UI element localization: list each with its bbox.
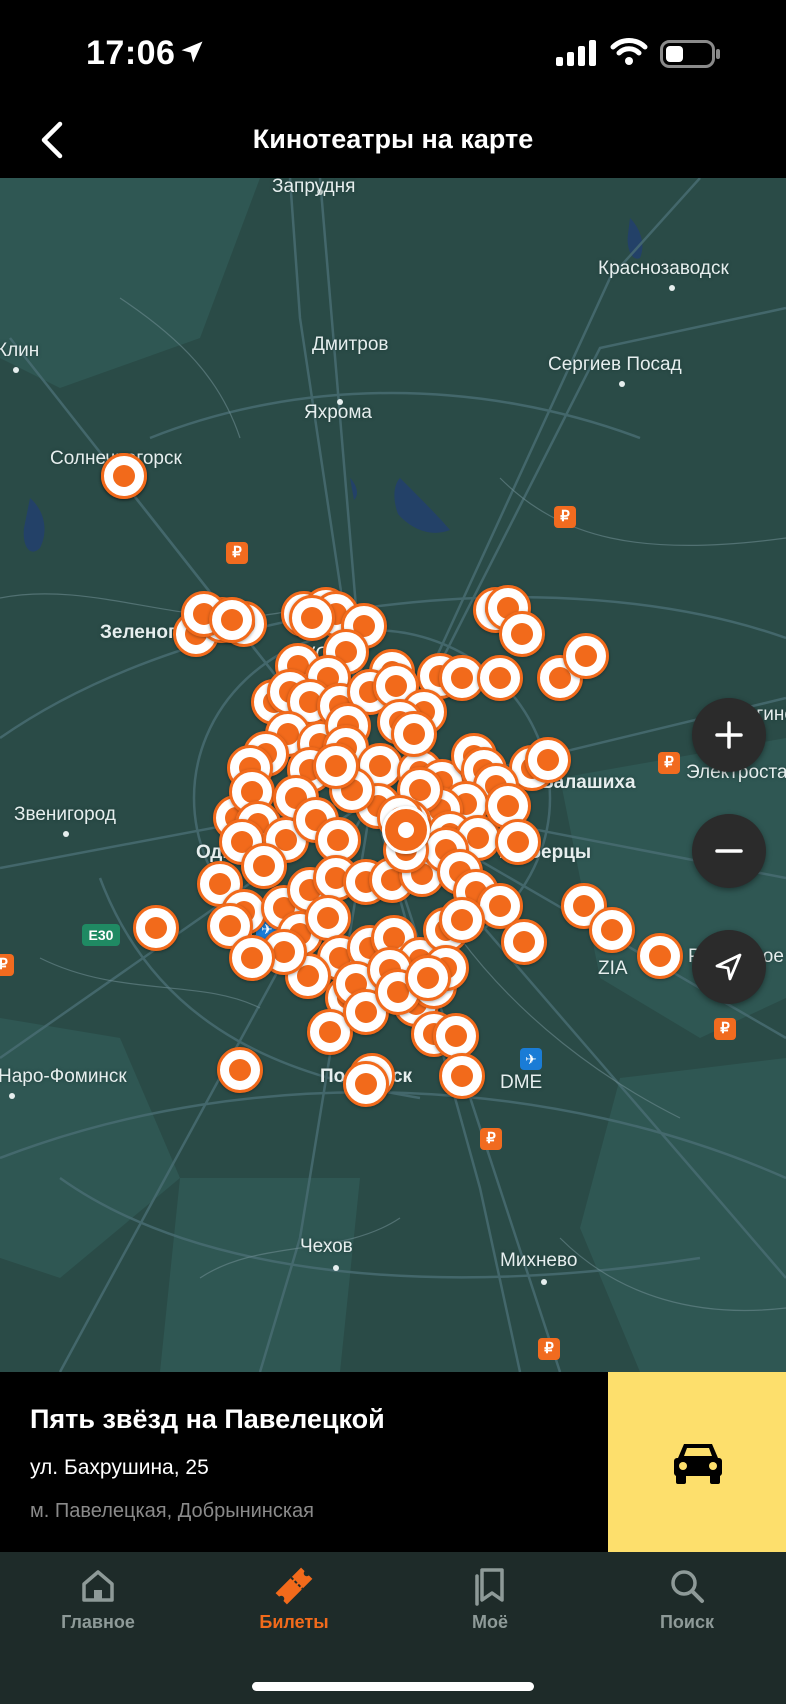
status-bar: 17:06 xyxy=(0,0,786,104)
cinema-name: Пять звёзд на Павелецкой xyxy=(30,1404,385,1434)
cinema-pin[interactable] xyxy=(101,453,147,499)
map-place-label: Яхрома xyxy=(304,402,372,423)
cinema-pin[interactable] xyxy=(343,1061,389,1107)
cinema-metro: м. Павелецкая, Добрынинская xyxy=(30,1500,314,1522)
cinema-pin[interactable] xyxy=(217,1047,263,1093)
cinema-pin[interactable] xyxy=(313,743,359,789)
map-place-label: Звенигород xyxy=(14,804,116,825)
ruble-marker-icon: ₽ xyxy=(658,752,680,774)
ruble-marker-icon: ₽ xyxy=(714,1018,736,1040)
map-place-label: Запрудня xyxy=(272,178,356,197)
cinema-map[interactable]: Запрудня Краснозаводск Клин Дмитров Сергиев … xyxy=(0,178,786,1372)
taxi-button[interactable] xyxy=(608,1372,786,1552)
cinema-info-panel[interactable]: Пять звёзд на Павелецкой ул. Бахрушина, … xyxy=(0,1372,608,1552)
cinema-pin[interactable] xyxy=(229,935,275,981)
map-place-label: Сергиев Посад xyxy=(548,354,682,375)
cinema-pin[interactable] xyxy=(589,907,635,953)
ruble-marker-icon: ₽ xyxy=(480,1128,502,1150)
zoom-in-button[interactable] xyxy=(692,698,766,772)
my-location-button[interactable] xyxy=(692,930,766,1004)
cinema-pin[interactable] xyxy=(525,737,571,783)
navigation-arrow-icon xyxy=(715,953,742,981)
cinema-pin[interactable] xyxy=(241,843,287,889)
home-indicator xyxy=(252,1682,534,1691)
cinema-pin[interactable] xyxy=(391,711,437,757)
tab-my[interactable]: Моё xyxy=(410,1566,570,1646)
search-icon xyxy=(671,1570,704,1603)
cinema-pin[interactable] xyxy=(501,919,547,965)
ticket-icon xyxy=(275,1567,313,1605)
car-icon xyxy=(674,1444,722,1484)
map-place-label: Наро-Фоминск xyxy=(0,1066,127,1087)
map-place-label: Краснозаводск xyxy=(598,258,729,279)
cinema-pin[interactable] xyxy=(405,955,451,1001)
plus-icon xyxy=(715,721,743,749)
cinema-pin[interactable] xyxy=(563,633,609,679)
cellular-signal-icon xyxy=(556,40,596,66)
cinema-pin[interactable] xyxy=(305,895,351,941)
page-title: Кинотеатры на карте xyxy=(252,124,534,154)
minus-icon xyxy=(715,849,743,853)
map-place-label: ZIA xyxy=(598,958,628,979)
ruble-marker-icon: ₽ xyxy=(0,954,14,976)
airport-icon: ✈ xyxy=(520,1048,542,1070)
nav-header: Кинотеатры на карте xyxy=(0,104,786,178)
road-shield-e30: E30 xyxy=(82,924,120,946)
cinema-pin[interactable] xyxy=(209,597,255,643)
cinema-pin[interactable] xyxy=(477,655,523,701)
map-place-label: DME xyxy=(500,1072,543,1093)
cinema-pin[interactable] xyxy=(495,819,541,865)
status-time: 17:06 xyxy=(86,34,176,72)
cinema-pin[interactable] xyxy=(637,933,683,979)
tab-tickets[interactable]: Билеты xyxy=(214,1566,374,1646)
ruble-marker-icon: ₽ xyxy=(554,506,576,528)
cinema-pin[interactable] xyxy=(439,897,485,943)
cinema-pin[interactable] xyxy=(439,1053,485,1099)
tab-home[interactable]: Главное xyxy=(18,1566,178,1646)
cinema-pin[interactable] xyxy=(433,1013,479,1059)
battery-icon xyxy=(660,40,720,68)
tab-search[interactable]: Поиск xyxy=(607,1566,767,1646)
ruble-marker-icon: ₽ xyxy=(538,1338,560,1360)
zoom-out-button[interactable] xyxy=(692,814,766,888)
bookmarks-icon xyxy=(475,1568,504,1606)
home-icon xyxy=(82,1570,114,1602)
map-place-label: Дмитров xyxy=(312,334,389,355)
cinema-pin[interactable] xyxy=(289,595,335,641)
ruble-marker-icon: ₽ xyxy=(226,542,248,564)
map-place-label: Чехов xyxy=(300,1236,353,1257)
map-place-label: Клин xyxy=(0,340,40,361)
selected-cinema-pin[interactable] xyxy=(382,806,430,854)
cinema-pin[interactable] xyxy=(499,611,545,657)
map-place-label: Михнево xyxy=(500,1250,578,1271)
cinema-pin[interactable] xyxy=(133,905,179,951)
cinema-address: ул. Бахрушина, 25 xyxy=(30,1456,209,1479)
location-arrow-icon xyxy=(181,41,203,63)
wifi-icon xyxy=(610,38,648,65)
